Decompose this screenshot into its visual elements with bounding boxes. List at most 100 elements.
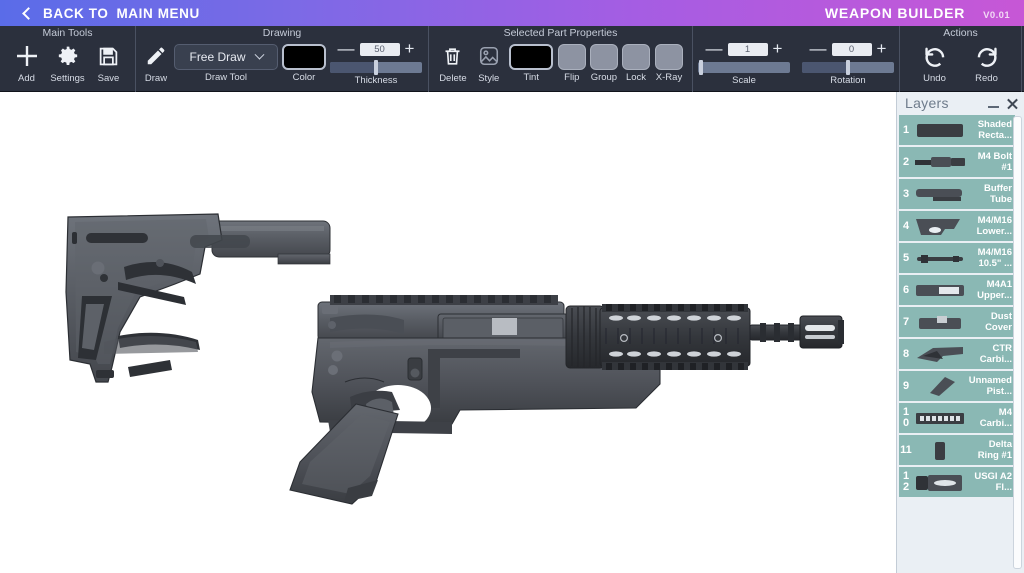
layer-item[interactable]: 6 M4A1 Upper... xyxy=(899,275,1015,305)
layers-panel: Layers 1 Shaded Recta... 2 M4 Bolt #1 3 Buffe… xyxy=(896,92,1024,573)
layer-item[interactable]: 4 M4/M16 Lower... xyxy=(899,211,1015,241)
draw-button[interactable]: Draw xyxy=(142,41,170,84)
group-toggle[interactable] xyxy=(589,44,618,70)
pistol-grip-part[interactable] xyxy=(289,403,399,505)
rotation-value[interactable]: 0 xyxy=(831,42,872,56)
rotation-increase-button[interactable]: + xyxy=(877,40,887,57)
layer-thumbnail xyxy=(912,182,968,206)
group-button[interactable]: Group xyxy=(588,41,620,83)
layer-label: USGI A2 Fl... xyxy=(974,471,1012,493)
header-right-group: WEAPON BUILDER V0.01 xyxy=(825,5,1010,21)
lock-label: Lock xyxy=(625,72,647,83)
delete-button[interactable]: Delete xyxy=(435,41,471,84)
layers-scrollbar[interactable] xyxy=(1013,116,1022,569)
layer-thumbnail xyxy=(912,246,968,270)
trash-icon xyxy=(442,41,463,71)
layer-label: Delta Ring #1 xyxy=(977,439,1012,461)
flip-toggle[interactable] xyxy=(557,44,586,70)
app-version: V0.01 xyxy=(983,10,1010,21)
delta-ring-part[interactable] xyxy=(565,305,605,369)
layers-panel-header: Layers xyxy=(897,92,1024,114)
settings-label: Settings xyxy=(50,73,85,84)
color-swatch[interactable] xyxy=(282,44,326,70)
undo-button[interactable]: Undo xyxy=(913,41,957,84)
plus-icon xyxy=(15,41,39,71)
add-button[interactable]: Add xyxy=(6,41,47,84)
flip-label: Flip xyxy=(564,72,580,83)
back-label: BACK TO xyxy=(43,5,109,21)
layer-label: Dust Cover xyxy=(985,311,1012,333)
lock-toggle[interactable] xyxy=(621,44,650,70)
rotation-slider[interactable] xyxy=(802,60,894,75)
settings-button[interactable]: Settings xyxy=(47,41,88,84)
layers-list[interactable]: 1 Shaded Recta... 2 M4 Bolt #1 3 Buffer Tube 4… xyxy=(897,114,1024,573)
scale-increase-button[interactable]: + xyxy=(773,40,783,57)
section-title-actions: Actions xyxy=(943,27,978,39)
floppy-disk-icon xyxy=(98,41,119,71)
chevron-down-icon xyxy=(254,49,264,60)
thickness-increase-button[interactable]: + xyxy=(405,40,415,57)
undo-label: Undo xyxy=(923,73,946,84)
layer-item[interactable]: 12 USGI A2 Fl... xyxy=(899,467,1015,497)
draw-tool-dropdown[interactable]: Free Draw xyxy=(174,44,278,70)
save-label: Save xyxy=(97,73,120,84)
tint-swatch[interactable] xyxy=(509,44,554,70)
style-button[interactable]: Style xyxy=(471,41,507,84)
gear-icon xyxy=(57,41,79,71)
layer-item[interactable]: 1 Shaded Recta... xyxy=(899,115,1015,145)
layer-number: 6 xyxy=(902,283,910,296)
xray-button[interactable]: X-Ray xyxy=(652,41,686,83)
lock-button[interactable]: Lock xyxy=(620,41,652,83)
scale-value[interactable]: 1 xyxy=(727,42,768,56)
layer-item[interactable]: 2 M4 Bolt #1 xyxy=(899,147,1015,177)
flash-hider-part[interactable] xyxy=(799,315,844,349)
layer-label: M4A1 Upper... xyxy=(977,279,1012,301)
scale-slider[interactable] xyxy=(698,60,790,75)
save-button[interactable]: Save xyxy=(88,41,129,84)
thickness-control[interactable]: — 50 + Thickness xyxy=(330,40,422,86)
layer-thumbnail xyxy=(912,342,968,366)
xray-toggle[interactable] xyxy=(655,44,683,70)
flip-button[interactable]: Flip xyxy=(556,41,588,83)
thickness-value[interactable]: 50 xyxy=(359,42,400,56)
chevron-left-icon xyxy=(22,6,35,20)
layer-item[interactable]: 10 M4 Carbi... xyxy=(899,403,1015,433)
thickness-decrease-button[interactable]: — xyxy=(338,40,355,57)
draw-tool-value: Free Draw xyxy=(189,50,246,64)
color-picker[interactable]: Color xyxy=(282,41,326,83)
add-label: Add xyxy=(18,73,35,84)
layer-thumbnail xyxy=(912,150,968,174)
rotation-decrease-button[interactable]: — xyxy=(810,40,827,57)
layer-label: M4 Carbi... xyxy=(979,407,1012,429)
scale-decrease-button[interactable]: — xyxy=(706,40,723,57)
barrel-part[interactable] xyxy=(749,323,803,342)
layer-item[interactable]: 7 Dust Cover xyxy=(899,307,1015,337)
thickness-slider[interactable] xyxy=(330,60,422,75)
layer-thumbnail xyxy=(912,470,968,494)
weapon-assembly-drawing[interactable] xyxy=(0,92,1024,573)
color-label: Color xyxy=(292,72,316,83)
layer-label: M4/M16 10.5" ... xyxy=(977,247,1012,269)
minimize-icon[interactable] xyxy=(988,98,999,109)
layer-thumbnail xyxy=(912,214,968,238)
layer-item[interactable]: 9 Unnamed Pist... xyxy=(899,371,1015,401)
tint-picker[interactable]: Tint xyxy=(507,41,556,83)
layer-item[interactable]: 11 Delta Ring #1 xyxy=(899,435,1015,465)
draw-tool-select[interactable]: Free Draw Draw Tool xyxy=(174,41,278,83)
close-icon[interactable] xyxy=(1006,97,1019,110)
redo-button[interactable]: Redo xyxy=(965,41,1009,84)
layer-label: M4/M16 Lower... xyxy=(976,215,1012,237)
back-to-main-menu-button[interactable]: BACK TO MAIN MENU xyxy=(22,5,200,21)
layer-item[interactable]: 3 Buffer Tube xyxy=(899,179,1015,209)
layer-number: 10 xyxy=(902,406,910,429)
rotation-control[interactable]: — 0 + Rotation xyxy=(802,40,894,86)
build-canvas[interactable] xyxy=(0,92,1024,573)
layer-item[interactable]: 8 CTR Carbi... xyxy=(899,339,1015,369)
handguard-part[interactable] xyxy=(599,304,751,370)
ctr-stock-part[interactable] xyxy=(65,213,250,383)
scale-control[interactable]: — 1 + Scale xyxy=(698,40,790,86)
group-label: Group xyxy=(590,72,618,83)
layer-number: 1 xyxy=(902,123,910,136)
layer-item[interactable]: 5 M4/M16 10.5" ... xyxy=(899,243,1015,273)
xray-label: X-Ray xyxy=(655,72,683,83)
